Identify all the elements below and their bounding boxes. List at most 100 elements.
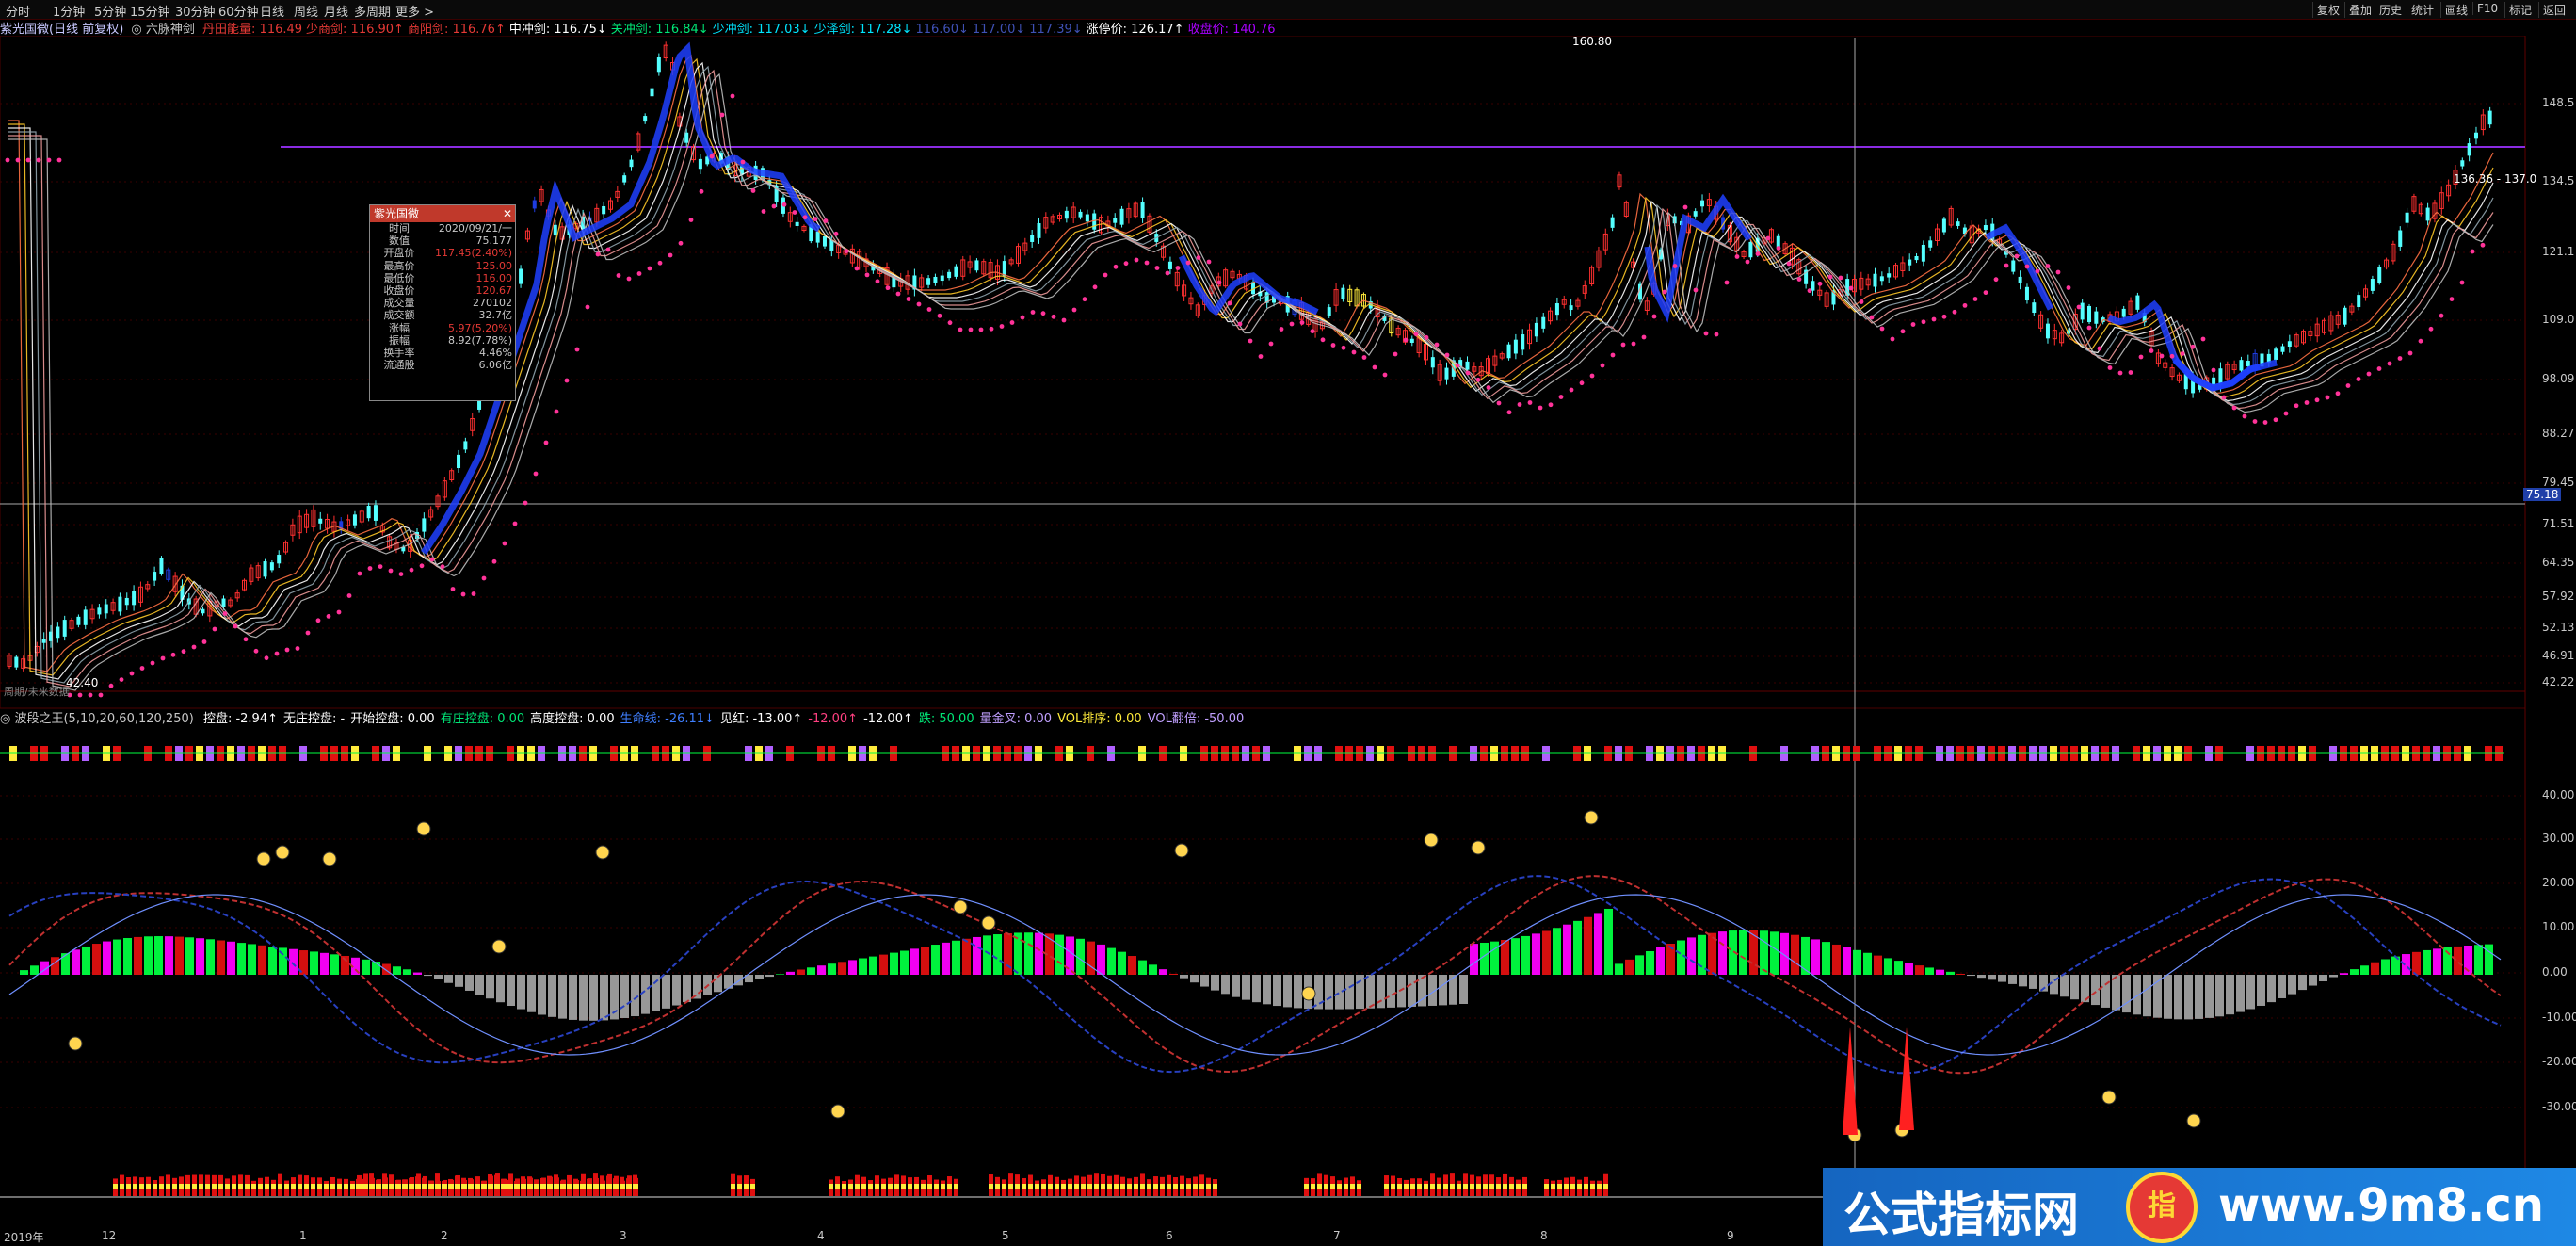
histogram-bar	[797, 969, 805, 975]
volume-base	[901, 1184, 906, 1189]
toolbar-button-5[interactable]: F10	[2472, 2, 2502, 15]
histogram-bar	[1221, 975, 1230, 995]
toolbar-button-3[interactable]: 统计	[2407, 2, 2438, 18]
sub-tick: 0.00	[2542, 965, 2568, 979]
volume-base	[1180, 1184, 1184, 1189]
histogram-bar	[1853, 949, 1861, 975]
histogram-bar	[237, 943, 246, 975]
watermark-left-text: 公式指标网	[1843, 1188, 2079, 1242]
period-tab-1[interactable]: 1分钟	[53, 2, 85, 20]
support-dot	[895, 291, 901, 297]
support-dot	[1579, 380, 1585, 386]
period-tab-7[interactable]: 周线	[294, 2, 318, 20]
volume-base	[580, 1184, 585, 1189]
support-dot	[2117, 370, 2123, 376]
volume-base	[1509, 1184, 1514, 1189]
toolbar-button-1[interactable]: 叠加	[2344, 2, 2375, 18]
histogram-bar	[662, 975, 670, 1009]
period-toolbar: 分时 1分钟 5分钟 15分钟 30分钟 60分钟 日线 周线 月线 多周期 更多 > 复权 叠加 历史统…	[0, 0, 2576, 20]
histogram-bar	[1439, 975, 1447, 1006]
close-icon[interactable]: ✕	[503, 205, 512, 222]
volume-base	[1153, 1184, 1158, 1189]
support-dot	[657, 260, 663, 266]
support-dot	[1786, 261, 1792, 267]
histogram-bar	[817, 965, 826, 975]
volume-base	[921, 1184, 926, 1189]
candle-body	[698, 158, 702, 170]
volume-base	[1337, 1184, 1342, 1189]
volume-base	[1035, 1184, 1039, 1189]
support-dot	[274, 651, 280, 656]
volume-base	[1516, 1184, 1521, 1189]
volume-base	[1304, 1184, 1309, 1189]
volume-base	[172, 1184, 177, 1189]
quote-info-popup[interactable]: 紫光国微 ✕ 时间 2020/09/21/一 数值 75.177 开盘价 117.45(2.…	[369, 204, 516, 401]
toolbar-button-7[interactable]: 返回	[2538, 2, 2569, 18]
histogram-bar	[1635, 955, 1644, 975]
volume-base	[159, 1184, 164, 1189]
period-tab-6[interactable]: 日线	[260, 2, 284, 20]
period-tab-2[interactable]: 5分钟	[94, 2, 126, 20]
stock-title[interactable]: 紫光国微(日线 前复权)	[0, 23, 123, 37]
period-tab-4[interactable]: 30分钟	[175, 2, 216, 20]
support-dot	[119, 677, 124, 682]
histogram-bar	[1252, 975, 1261, 1003]
period-tab-8[interactable]: 月线	[324, 2, 348, 20]
period-tab-10[interactable]: 更多 >	[395, 2, 434, 20]
candle-body	[1610, 217, 1615, 228]
histogram-bar	[217, 940, 225, 975]
period-tab-3[interactable]: 15分钟	[130, 2, 170, 20]
toolbar-button-2[interactable]: 历史	[2375, 2, 2406, 18]
support-dot	[1434, 342, 1440, 348]
support-dot	[1610, 352, 1616, 358]
volume-base	[947, 1184, 952, 1189]
volume-base	[540, 1184, 545, 1189]
candle-body	[159, 558, 164, 574]
date-tick: 7	[1333, 1229, 1341, 1242]
support-dot	[346, 593, 352, 598]
support-dot	[1330, 343, 1336, 348]
toolbar-button-6[interactable]: 标记	[2504, 2, 2536, 18]
toolbar-button-0[interactable]: 复权	[2312, 2, 2343, 18]
volume-base	[881, 1184, 886, 1189]
toolbar-button-4[interactable]: 画线	[2440, 2, 2471, 18]
support-dot	[108, 683, 114, 688]
volume-base	[389, 1184, 394, 1189]
period-tab-5[interactable]: 60分钟	[218, 2, 259, 20]
volume-base	[1503, 1184, 1507, 1189]
volume-base	[1551, 1184, 1555, 1189]
main-value-3: 中冲剑: 116.75↓	[508, 23, 607, 37]
candle-body	[1887, 273, 1892, 278]
histogram-bar	[869, 956, 877, 975]
support-dot	[771, 203, 777, 209]
popup-row: 成交额 32.7亿	[383, 309, 513, 322]
smiley-icon	[416, 821, 431, 836]
support-dot	[305, 630, 311, 636]
support-dot	[574, 347, 580, 352]
support-dot	[2480, 242, 2486, 248]
support-dot	[2470, 249, 2475, 254]
volume-base	[1443, 1184, 1448, 1189]
period-tab-0[interactable]: 分时	[6, 2, 30, 20]
volume-base	[1087, 1184, 1092, 1189]
period-tab-9[interactable]: 多周期	[354, 2, 391, 20]
histogram-bar	[1200, 975, 1209, 987]
support-dot	[2242, 413, 2247, 419]
histogram-bar	[2246, 975, 2255, 1010]
volume-base	[1417, 1184, 1422, 1189]
support-dot	[781, 202, 787, 207]
support-dot	[2221, 395, 2227, 400]
support-dot	[1040, 311, 1046, 316]
histogram-bar	[776, 974, 784, 975]
volume-base	[356, 1184, 361, 1189]
histogram-bar	[2236, 975, 2245, 1012]
candle-body	[56, 626, 60, 639]
histogram-bar	[1532, 933, 1540, 975]
candle-body	[532, 200, 537, 209]
histogram-bar	[82, 946, 90, 975]
volume-base	[271, 1184, 276, 1189]
indicator-name[interactable]: ◎ 六脉神剑	[131, 23, 194, 37]
support-dot	[243, 637, 249, 642]
support-dot	[1123, 261, 1129, 267]
support-dot	[1765, 235, 1771, 241]
